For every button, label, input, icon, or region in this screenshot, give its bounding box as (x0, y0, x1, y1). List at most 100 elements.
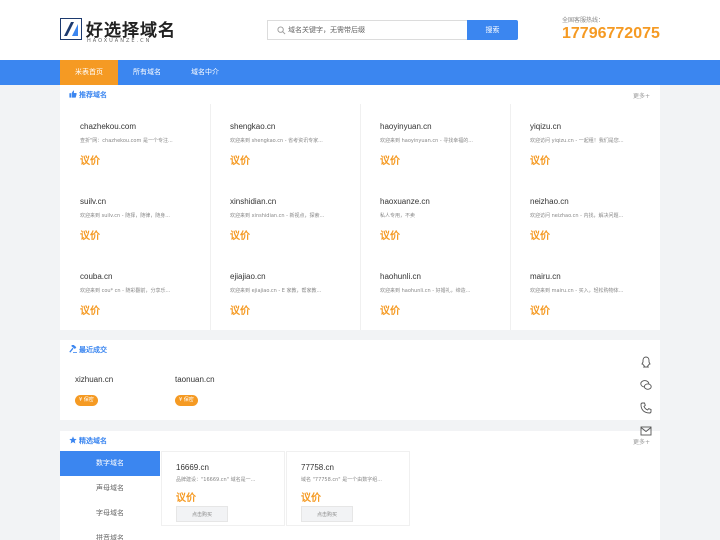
site-header: 好选择域名 HAOXUANZE.CN 搜索 全国客服热线： 1779677207… (0, 0, 720, 60)
tab-pinyin-domains[interactable]: 拼音域名 (60, 526, 160, 540)
domain-card[interactable]: haoxuanze.cn 私人专用，不卖 议价 (360, 179, 510, 254)
search-icon (277, 26, 286, 35)
domain-price: 议价 (80, 231, 100, 242)
domain-price: 议价 (380, 156, 400, 167)
domain-price: 议价 (176, 493, 196, 504)
domain-price: 议价 (230, 156, 250, 167)
recommended-more-link[interactable]: 更多+ (633, 91, 650, 100)
mail-button[interactable] (633, 419, 659, 441)
deal-item[interactable]: taonuan.cn ¥ 保密 (160, 340, 260, 420)
selected-title-text: 精选域名 (79, 437, 107, 445)
domain-name[interactable]: couba.cn (80, 272, 112, 281)
recommended-title-text: 推荐域名 (79, 91, 107, 99)
phone-icon (640, 402, 652, 414)
domain-price: 议价 (301, 493, 321, 504)
mail-icon (640, 426, 652, 436)
domain-name[interactable]: haohunli.cn (380, 272, 421, 281)
nav-item-home[interactable]: 米表首页 (60, 60, 118, 85)
domain-desc: 欢迎来到 cou* cn - 随彩翻前，分享乐... (80, 288, 171, 294)
domain-price: 议价 (530, 231, 550, 242)
domain-name[interactable]: 16669.cn (176, 463, 209, 472)
domain-price: 议价 (380, 306, 400, 317)
domain-desc: 欢迎来到 shengkao.cn - 省考资讯专家... (230, 138, 323, 144)
qq-icon (641, 356, 651, 368)
domain-card[interactable]: xinshidian.cn 欢迎来到 xinshidian.cn - 新视点，探… (210, 179, 360, 254)
domain-card[interactable]: yiqizu.cn 欢迎访问 yiqizu.cn - 一起租！我们是您... 议… (510, 104, 660, 179)
column-divider (510, 104, 511, 330)
search-button[interactable]: 搜索 (467, 20, 518, 40)
selected-tabs: 数字域名 声母域名 字母域名 拼音域名 (60, 451, 160, 540)
domain-card[interactable]: haohunli.cn 欢迎来到 haohunli.cn - 好婚礼，缔造...… (360, 254, 510, 329)
hotline-label: 全国客服热线： (562, 17, 605, 24)
qq-button[interactable] (633, 350, 659, 372)
recommended-header: 推荐域名 更多+ (60, 85, 660, 105)
deal-domain-name[interactable]: xizhuan.cn (75, 375, 113, 384)
domain-card[interactable]: couba.cn 欢迎来到 cou* cn - 随彩翻前，分享乐... 议价 (60, 254, 210, 329)
domain-card[interactable]: haoyinyuan.cn 欢迎来到 haoyinyuan.cn - 寻找幸福的… (360, 104, 510, 179)
domain-desc: 欢迎访问 neizhao.cn - 内找，解决问题... (530, 213, 624, 219)
domain-desc: 欢迎来到 mairu.cn - 买入，轻松购物体... (530, 288, 624, 294)
domain-name[interactable]: mairu.cn (530, 272, 561, 281)
wechat-button[interactable] (633, 373, 659, 395)
domain-name[interactable]: xinshidian.cn (230, 197, 276, 206)
domain-card[interactable]: ejiajiao.cn 欢迎来到 ejiajiao.cn - E 家教，帮家教.… (210, 254, 360, 329)
search-bar: 搜索 (267, 20, 518, 40)
domain-desc: 欢迎来到 haoyinyuan.cn - 寻找幸福的... (380, 138, 474, 144)
domain-card[interactable]: suilv.cn 欢迎来到 suilv.cn - 随择，随律，随身... 议价 (60, 179, 210, 254)
domain-price: 议价 (230, 231, 250, 242)
site-logo[interactable]: 好选择域名 HAOXUANZE.CN (60, 16, 175, 46)
selected-domain-card[interactable]: 77758.cn 域名 "77758.cn" 是一个由数字组... 议价 点击购… (286, 451, 410, 526)
recommended-title: 推荐域名 (69, 90, 107, 100)
tab-initials-domains[interactable]: 声母域名 (60, 476, 160, 501)
nav-item-all-domains[interactable]: 所有域名 (118, 60, 176, 85)
deal-domain-name[interactable]: taonuan.cn (175, 375, 215, 384)
domain-desc: 私人专用，不卖 (380, 213, 416, 219)
search-input[interactable] (288, 21, 466, 39)
domain-name[interactable]: shengkao.cn (230, 122, 275, 131)
domain-card[interactable]: shengkao.cn 欢迎来到 shengkao.cn - 省考资讯专家...… (210, 104, 360, 179)
domain-name[interactable]: neizhao.cn (530, 197, 569, 206)
domain-desc: 欢迎访问 yiqizu.cn - 一起租！我们是您... (530, 138, 624, 144)
deal-item[interactable]: xizhuan.cn ¥ 保密 (60, 340, 160, 420)
main-nav: 米表首页 所有域名 域名中介 (0, 60, 720, 85)
domain-price: 议价 (380, 231, 400, 242)
domain-price: 议价 (80, 156, 100, 167)
phone-button[interactable] (633, 396, 659, 418)
domain-desc: 域名 "77758.cn" 是一个由数字组... (301, 477, 382, 483)
selected-domain-card[interactable]: 16669.cn 品牌建设："16669.cn" 域名是一... 议价 点击购买 (161, 451, 285, 526)
domain-desc: 查折"网：chazhekou.com 是一个专注... (80, 138, 173, 144)
domain-name[interactable]: ejiajiao.cn (230, 272, 266, 281)
domain-desc: 欢迎来到 suilv.cn - 随择，随律，随身... (80, 213, 170, 219)
star-icon (69, 436, 77, 444)
hotline-number: 17796772075 (562, 25, 660, 42)
domain-card[interactable]: chazhekou.com 查折"网：chazhekou.com 是一个专注..… (60, 104, 210, 179)
logo-mark-icon (60, 18, 82, 40)
domain-name[interactable]: chazhekou.com (80, 122, 136, 131)
domain-name[interactable]: 77758.cn (301, 463, 334, 472)
domain-desc: 欢迎来到 ejiajiao.cn - E 家教，帮家教... (230, 288, 322, 294)
domain-price: 议价 (80, 306, 100, 317)
thumbs-up-icon (69, 90, 77, 98)
tab-letter-domains[interactable]: 字母域名 (60, 501, 160, 526)
domain-price: 议价 (230, 306, 250, 317)
recent-deals-panel: 最近成交 xizhuan.cn ¥ 保密 taonuan.cn ¥ 保密 (60, 340, 660, 420)
domain-name[interactable]: suilv.cn (80, 197, 106, 206)
wechat-icon (640, 380, 652, 390)
domain-name[interactable]: haoyinyuan.cn (380, 122, 432, 131)
floating-contact-bar (633, 350, 659, 442)
buy-button[interactable]: 点击购买 (301, 506, 353, 522)
search-box (267, 20, 468, 40)
domain-name[interactable]: yiqizu.cn (530, 122, 561, 131)
tab-numeric-domains[interactable]: 数字域名 (60, 451, 160, 476)
domain-card[interactable]: neizhao.cn 欢迎访问 neizhao.cn - 内找，解决问题... … (510, 179, 660, 254)
selected-title: 精选域名 (69, 436, 107, 446)
deal-price-badge: ¥ 保密 (75, 395, 98, 406)
domain-price: 议价 (530, 306, 550, 317)
domain-desc: 欢迎来到 haohunli.cn - 好婚礼，缔造... (380, 288, 471, 294)
domain-name[interactable]: haoxuanze.cn (380, 197, 430, 206)
buy-button[interactable]: 点击购买 (176, 506, 228, 522)
logo-subtext: HAOXUANZE.CN (87, 38, 152, 44)
domain-card[interactable]: mairu.cn 欢迎来到 mairu.cn - 买入，轻松购物体... 议价 (510, 254, 660, 329)
domain-desc: 品牌建设："16669.cn" 域名是一... (176, 477, 256, 483)
nav-item-broker[interactable]: 域名中介 (176, 60, 234, 85)
